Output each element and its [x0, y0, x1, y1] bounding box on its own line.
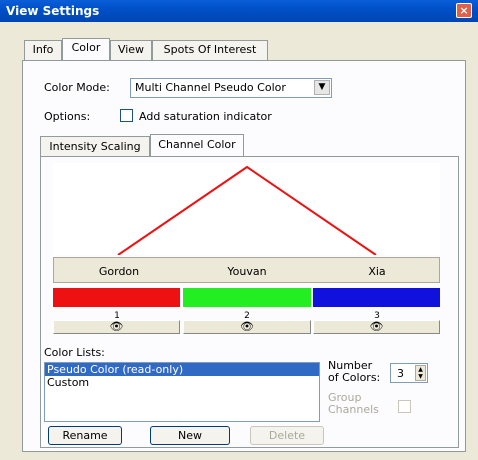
tab-spots-of-interest[interactable]: Spots Of Interest — [152, 40, 268, 60]
channel-color-swatch-1[interactable] — [53, 288, 180, 307]
close-icon: × — [459, 4, 469, 17]
channel-visibility-toggle[interactable]: 👁 — [53, 320, 180, 334]
number-of-colors-value: 3 — [397, 367, 404, 380]
eye-icon: 👁 — [369, 320, 384, 333]
color-mode-label: Color Mode: — [44, 81, 110, 94]
channel-visibility-toggle[interactable]: 👁 — [183, 320, 311, 334]
channel-color-swatch-2[interactable] — [183, 288, 311, 307]
color-curve-line — [117, 165, 377, 256]
channel-visibility-toggle[interactable]: 👁 — [313, 320, 440, 334]
channel-color-swatch-3[interactable] — [313, 288, 440, 307]
saturation-indicator-checkbox[interactable] — [120, 109, 133, 122]
tab-info[interactable]: Info — [24, 40, 62, 60]
channel-names-row: Gordon Youvan Xia — [53, 257, 440, 283]
eye-icon: 👁 — [240, 320, 254, 333]
channel-name: Youvan — [227, 265, 267, 278]
color-lists-label: Color Lists: — [44, 346, 105, 359]
channel-name: Gordon — [98, 265, 140, 278]
tab-intensity-scaling[interactable]: Intensity Scaling — [40, 136, 150, 156]
saturation-indicator-label: Add saturation indicator — [139, 110, 272, 123]
group-channels-checkbox[interactable] — [398, 400, 411, 413]
number-of-colors-label-line2: of Colors: — [328, 371, 381, 384]
number-of-colors-label: Number of Colors: — [328, 360, 380, 384]
chevron-down-icon[interactable]: ▼ — [314, 80, 330, 95]
close-button[interactable]: × — [456, 3, 472, 18]
channel-color-plot[interactable] — [53, 163, 440, 256]
tab-view[interactable]: View — [110, 40, 152, 60]
number-of-colors-stepper[interactable]: 3 ▲ ▼ — [390, 363, 428, 383]
color-mode-select[interactable]: Multi Channel Pseudo Color ▼ — [130, 78, 332, 98]
spinner-arrows-icon[interactable]: ▲ ▼ — [415, 365, 426, 381]
channel-name: Xia — [368, 265, 386, 278]
window-title: View Settings — [6, 4, 100, 18]
tab-color[interactable]: Color — [62, 38, 110, 60]
delete-button[interactable]: Delete — [250, 426, 324, 445]
eye-icon: 👁 — [109, 320, 124, 333]
list-item[interactable]: Custom — [45, 376, 319, 389]
group-channels-label-line2: Channels — [328, 403, 379, 416]
color-mode-value: Multi Channel Pseudo Color — [135, 81, 286, 94]
list-item[interactable]: Pseudo Color (read-only) — [45, 363, 319, 376]
color-curve — [117, 165, 377, 256]
color-lists-listbox[interactable]: Pseudo Color (read-only) Custom — [44, 362, 320, 422]
tab-channel-color[interactable]: Channel Color — [150, 134, 244, 156]
title-bar: View Settings × — [0, 0, 478, 22]
rename-button[interactable]: Rename — [48, 426, 122, 445]
group-channels-label: Group Channels — [328, 392, 379, 416]
options-label: Options: — [44, 110, 91, 123]
new-button[interactable]: New — [150, 426, 230, 445]
